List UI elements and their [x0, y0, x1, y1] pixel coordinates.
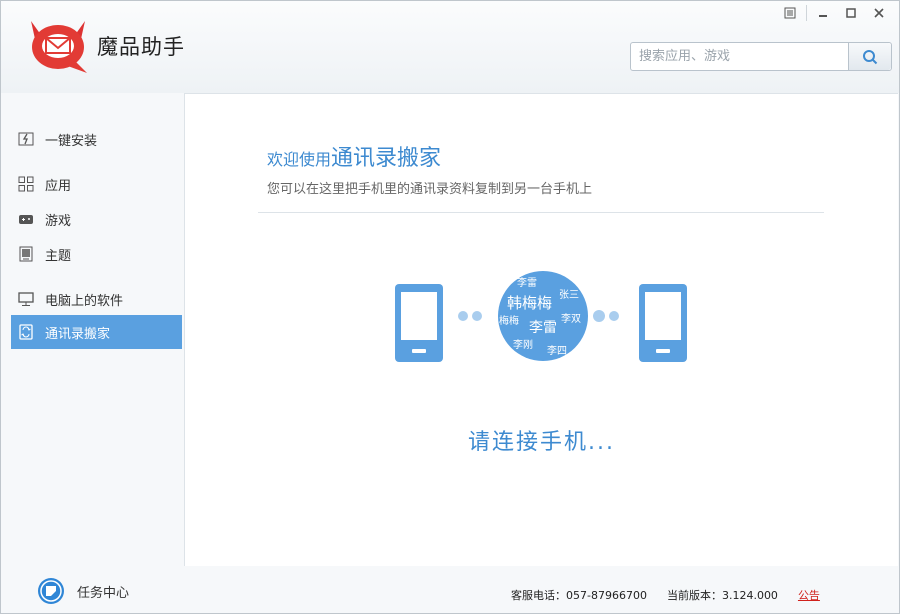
menu-icon[interactable] [778, 3, 802, 23]
bubble-name: 李雷 [529, 320, 557, 336]
bubble-name: 张三 [559, 289, 579, 301]
maximize-icon[interactable] [839, 3, 863, 23]
app-window: 魔品助手 一键安 [0, 0, 900, 614]
bubble-name: 李四 [547, 344, 567, 357]
apps-grid-icon [17, 175, 35, 193]
sidebar-item-label: 通讯录搬家 [45, 326, 111, 342]
source-phone-icon [395, 284, 443, 362]
contacts-bubble: 李雷 张三 韩梅梅 梅梅 李雷 李刚 李四 李双 [498, 271, 588, 361]
divider [258, 212, 824, 213]
transfer-dot [609, 311, 619, 321]
notice-link[interactable]: 公告 [798, 587, 820, 603]
search-input[interactable] [631, 43, 848, 70]
sidebar-item-label: 电脑上的软件 [45, 293, 124, 309]
close-icon[interactable] [867, 3, 891, 23]
bubble-name: 梅梅 [499, 314, 519, 327]
welcome-prefix: 欢迎使用 [267, 150, 332, 169]
sidebar-item-pc-software[interactable]: 电脑上的软件 [11, 282, 182, 316]
target-phone-icon [639, 284, 687, 362]
theme-icon [17, 245, 35, 263]
bubble-name: 李双 [561, 312, 581, 325]
app-title: 魔品助手 [97, 35, 185, 59]
sidebar-item-one-click-install[interactable]: 一键安装 [11, 122, 182, 156]
sidebar-item-label: 主题 [45, 248, 72, 264]
devil-logo-icon [31, 21, 87, 73]
connection-status: 请连接手机... [468, 430, 615, 455]
welcome-heading: 欢迎使用通讯录搬家 [267, 140, 441, 172]
version-text: 当前版本：3.124.000 [666, 589, 778, 602]
subtitle: 您可以在这里把手机里的通讯录资料复制到另一台手机上 [267, 182, 593, 197]
sidebar-item-label: 应用 [45, 178, 72, 194]
sidebar-item-apps[interactable]: 应用 [11, 167, 182, 201]
main-content: 欢迎使用通讯录搬家 您可以在这里把手机里的通讯录资料复制到另一台手机上 李雷 张… [184, 93, 898, 566]
sidebar-item-contacts-transfer[interactable]: 通讯录搬家 [11, 315, 182, 349]
transfer-dot [458, 311, 468, 321]
sidebar-item-label: 一键安装 [45, 133, 98, 149]
sidebar: 一键安装 应用 游戏 主题 电脑上的软件 通讯录搬家 [1, 93, 184, 563]
sidebar-item-themes[interactable]: 主题 [11, 237, 182, 271]
contacts-transfer-illustration: 李雷 张三 韩梅梅 梅梅 李雷 李刚 李四 李双 [395, 271, 687, 362]
search-button[interactable] [848, 43, 891, 70]
sidebar-item-games[interactable]: 游戏 [11, 202, 182, 236]
welcome-title: 通讯录搬家 [331, 146, 442, 171]
install-icon [17, 130, 35, 148]
header: 魔品助手 [1, 1, 899, 93]
task-center-icon [38, 578, 64, 604]
footer: 任务中心 客服电话：057-87966700 当前版本：3.124.000 公告 [1, 565, 899, 613]
minimize-icon[interactable] [811, 3, 835, 23]
sidebar-item-label: 游戏 [45, 213, 72, 229]
search-box [630, 42, 892, 71]
bubble-name: 韩梅梅 [507, 294, 552, 312]
control-separator [806, 5, 807, 21]
contacts-transfer-icon [17, 323, 35, 341]
search-icon [863, 49, 878, 64]
service-phone: 客服电话：057-87966700 [511, 589, 647, 602]
bubble-name: 李雷 [517, 276, 537, 289]
transfer-dot [593, 310, 605, 322]
transfer-dot [472, 311, 482, 321]
task-center-button[interactable]: 任务中心 [37, 577, 129, 605]
monitor-icon [17, 290, 35, 308]
bubble-name: 李刚 [513, 338, 533, 351]
window-controls [778, 3, 891, 23]
footer-info: 客服电话：057-87966700 当前版本：3.124.000 公告 [511, 587, 820, 603]
task-center-label: 任务中心 [77, 585, 130, 601]
gamepad-icon [17, 210, 35, 228]
